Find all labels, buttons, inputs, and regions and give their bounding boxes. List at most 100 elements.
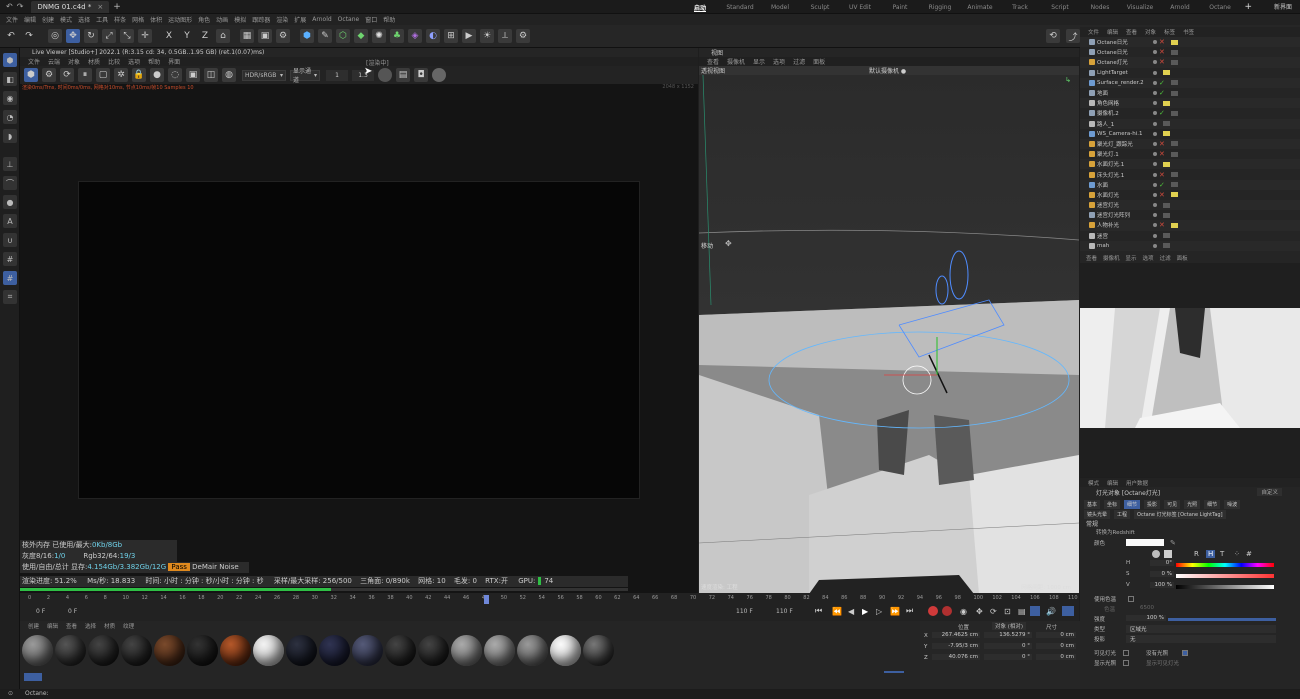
type-select[interactable]: 区域光 <box>1126 625 1276 633</box>
object-row[interactable]: 聚光灯.1 ✕ <box>1080 149 1300 159</box>
camera-snap-icon[interactable]: ◘ <box>414 68 428 82</box>
value-slider[interactable] <box>1176 585 1274 589</box>
editor-visibility-dot[interactable] <box>1153 192 1157 197</box>
render-view-icon[interactable]: ▣ <box>258 29 272 43</box>
coord-rotation-input[interactable]: 0 cm <box>1036 632 1076 638</box>
disabled-icon[interactable]: ✕ <box>1159 191 1165 199</box>
material-swatch[interactable] <box>220 635 251 666</box>
object-row[interactable]: 床头灯光.1 ✕ <box>1080 169 1300 179</box>
compare-icon[interactable]: ◫ <box>204 68 218 82</box>
editor-visibility-dot[interactable] <box>1153 111 1157 116</box>
material-menu-item[interactable]: 编辑 <box>47 622 58 630</box>
material-swatch[interactable] <box>121 635 152 666</box>
material-scroll[interactable] <box>884 671 904 673</box>
object-name[interactable]: 聚光灯_跟踪光 <box>1097 140 1133 148</box>
viewport-menu-item[interactable]: 查看 <box>707 57 719 66</box>
menu-item[interactable]: 动画 <box>216 15 228 24</box>
menu-item[interactable]: 文件 <box>6 15 18 24</box>
preview-menu-item[interactable]: 面板 <box>1177 254 1188 262</box>
auto-key-icon[interactable] <box>942 606 952 616</box>
material-view-icon[interactable] <box>24 673 42 681</box>
use-temp-checkbox[interactable] <box>1128 596 1134 602</box>
camera-name[interactable]: 默认摄像机 ● <box>869 66 906 75</box>
attribute-tab[interactable]: 光照 <box>1184 499 1201 509</box>
layout-tab[interactable]: UV Edit <box>840 4 880 11</box>
material-swatch[interactable] <box>319 635 350 666</box>
v-input[interactable]: 100 % <box>1150 582 1174 588</box>
object-row[interactable]: 角色网格 <box>1080 98 1300 109</box>
cube-icon[interactable]: ⬢ <box>300 29 314 43</box>
material-swatch[interactable] <box>484 635 515 666</box>
disabled-icon[interactable]: ✕ <box>1159 171 1165 179</box>
new-layout-label[interactable]: 新界面 <box>1274 2 1292 11</box>
menu-item[interactable]: 渲染 <box>276 15 288 24</box>
workplane-lock-icon[interactable]: ⌗ <box>3 290 17 304</box>
hue-slider[interactable] <box>1176 563 1274 567</box>
h-input[interactable]: 0° <box>1150 560 1174 566</box>
object-row[interactable]: 水面 ✓ <box>1080 179 1300 190</box>
visible-light-checkbox[interactable] <box>1123 650 1129 656</box>
attribute-tab[interactable]: 噪波 <box>1224 499 1241 509</box>
layout-tab[interactable]: Paint <box>880 4 920 11</box>
preview-menu-item[interactable]: 摄像机 <box>1103 254 1120 262</box>
object-name[interactable]: LightTarget <box>1097 70 1128 76</box>
layout-tab[interactable]: Nodes <box>1080 4 1120 11</box>
object-row[interactable]: 迷宫灯光 <box>1080 200 1300 211</box>
menu-item[interactable]: 运动图形 <box>168 15 192 24</box>
tag-icon[interactable] <box>1170 59 1178 65</box>
attribute-tab[interactable]: 细节 <box>1124 499 1141 509</box>
rotate-tool-icon[interactable]: ↻ <box>84 29 98 43</box>
disabled-icon[interactable]: ✕ <box>1159 140 1165 148</box>
editor-visibility-dot[interactable] <box>1153 182 1157 187</box>
place-tool-icon[interactable]: ✛ <box>138 29 152 43</box>
undo-icon[interactable]: ↶ <box>6 2 13 11</box>
viewport-menu-item[interactable]: 过滤 <box>793 57 805 66</box>
menu-item[interactable]: 工具 <box>96 15 108 24</box>
keyframe-icon[interactable]: ◉ <box>960 607 967 616</box>
object-menu-item[interactable]: 文件 <box>1088 28 1099 36</box>
s-input[interactable]: 0 % <box>1150 571 1174 577</box>
tag-icon[interactable] <box>1163 212 1170 218</box>
object-name[interactable]: 迷宫灯光 <box>1097 201 1119 209</box>
dot-icon[interactable] <box>432 68 446 82</box>
disabled-icon[interactable]: ✕ <box>1159 221 1165 229</box>
spectrum-icon[interactable] <box>1164 550 1172 558</box>
object-menu-item[interactable]: 标签 <box>1164 28 1175 36</box>
object-row[interactable]: Surface_render.2 ✓ <box>1080 77 1300 88</box>
redo-button[interactable]: ↷ <box>22 29 36 43</box>
sphere-ball-icon[interactable] <box>378 68 392 82</box>
next-key-icon[interactable]: ⏩ <box>890 607 900 616</box>
redo-icon[interactable]: ↷ <box>17 2 24 11</box>
sphere-icon[interactable]: ● <box>3 195 17 209</box>
editor-visibility-dot[interactable] <box>1153 40 1157 45</box>
object-menu-item[interactable]: 编辑 <box>1107 28 1118 36</box>
object-name[interactable]: 水面 <box>1097 181 1108 189</box>
object-menu-item[interactable]: 查看 <box>1126 28 1137 36</box>
tag-icon[interactable] <box>1170 222 1178 228</box>
view-mode-select[interactable]: 显示通道 ▾ <box>290 68 320 84</box>
object-row[interactable]: Octane灯光 ✕ <box>1080 57 1300 68</box>
saturation-slider[interactable] <box>1176 574 1274 578</box>
object-name[interactable]: 地面 <box>1097 89 1108 97</box>
enabled-check-icon[interactable]: ✓ <box>1159 89 1165 97</box>
material-swatch[interactable] <box>88 635 119 666</box>
field-a-input[interactable]: 1 <box>326 69 348 81</box>
scale-tool-icon[interactable]: ⤢ <box>102 29 116 43</box>
material-swatch[interactable] <box>517 635 548 666</box>
editor-visibility-dot[interactable] <box>1153 223 1157 228</box>
object-name[interactable]: 聚光灯.1 <box>1097 150 1119 158</box>
subdivide-icon[interactable]: ⬡ <box>336 29 350 43</box>
preview-scene[interactable] <box>1080 308 1300 428</box>
menu-item[interactable]: 角色 <box>198 15 210 24</box>
pen-icon[interactable]: ✎ <box>318 29 332 43</box>
preview-menu-item[interactable]: 过滤 <box>1160 254 1171 262</box>
object-name[interactable]: 迷宫 <box>1097 232 1108 240</box>
attribute-tab[interactable]: 投影 <box>1144 499 1161 509</box>
save-image-icon[interactable]: ▣ <box>186 68 200 82</box>
material-swatch[interactable] <box>22 635 53 666</box>
coord-size-input[interactable]: 136.5279 ° <box>984 632 1032 638</box>
menu-item[interactable]: 扩展 <box>294 15 306 24</box>
field-icon[interactable]: ◈ <box>408 29 422 43</box>
mixer-icon[interactable]: ⁘ <box>1234 550 1240 558</box>
editor-visibility-dot[interactable] <box>1153 141 1157 146</box>
